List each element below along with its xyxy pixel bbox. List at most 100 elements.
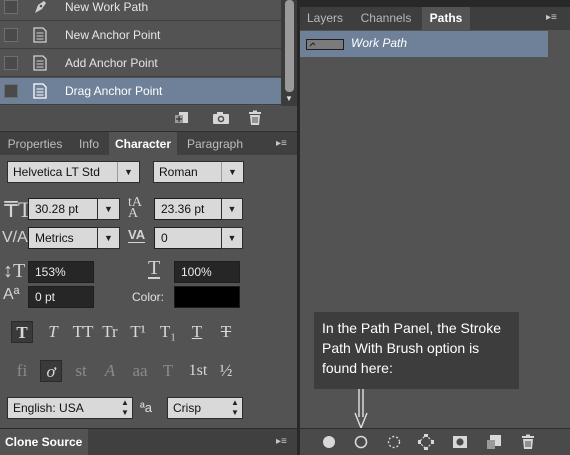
chevron-down-icon: ▼ bbox=[117, 162, 139, 182]
history-panel: New Work Path New Anchor Point Add Ancho… bbox=[0, 0, 297, 130]
all-caps-button[interactable]: TT bbox=[71, 321, 95, 343]
new-path-icon[interactable] bbox=[486, 434, 502, 450]
text-color-swatch[interactable] bbox=[174, 286, 240, 308]
chevron-down-icon: ▼ bbox=[104, 233, 113, 243]
font-family-value: Helvetica LT Std bbox=[13, 165, 100, 179]
history-item-label: Drag Anchor Point bbox=[65, 84, 163, 98]
faux-bold-button[interactable]: T bbox=[11, 321, 33, 343]
font-size-value: 30.28 pt bbox=[35, 202, 79, 216]
anti-alias-select[interactable]: Crisp ▲ ▼ bbox=[167, 397, 243, 419]
subscript-button[interactable]: T₁ bbox=[157, 321, 179, 343]
make-work-path-icon[interactable] bbox=[418, 434, 434, 450]
language-select[interactable]: English: USA ▲ ▼ bbox=[7, 397, 133, 419]
character-panel-tabbar: Properties Info Character Paragraph ▸≡ bbox=[0, 131, 297, 156]
old-style-button[interactable]: ơ bbox=[40, 360, 62, 382]
horizontal-scale-field[interactable]: 100% bbox=[174, 261, 240, 283]
history-item-label: Add Anchor Point bbox=[65, 56, 158, 70]
history-item[interactable]: Add Anchor Point bbox=[0, 50, 281, 77]
color-label: Color: bbox=[132, 290, 165, 304]
horizontal-scale-value: 100% bbox=[181, 265, 212, 279]
ordinals-button[interactable]: 1st bbox=[185, 360, 211, 382]
tab-layers[interactable]: Layers bbox=[300, 7, 350, 30]
baseline-shift-value: 0 pt bbox=[35, 290, 56, 304]
paths-panel-tabbar: Layers Channels Paths ▸≡ bbox=[300, 7, 570, 30]
fill-path-icon[interactable] bbox=[321, 434, 337, 450]
stylistic-alternates-button[interactable]: aa bbox=[128, 360, 152, 382]
scroll-down-arrow-icon[interactable]: ▼ bbox=[283, 94, 295, 104]
document-icon bbox=[32, 26, 48, 44]
kerning-icon: V/A bbox=[2, 229, 28, 246]
swash-button[interactable]: A bbox=[99, 360, 121, 382]
history-item[interactable]: New Anchor Point bbox=[0, 22, 281, 49]
history-scrollbar-thumb[interactable] bbox=[285, 0, 294, 92]
panel-dock-gap bbox=[300, 0, 570, 7]
load-path-as-selection-icon[interactable] bbox=[386, 434, 402, 450]
tracking-dropdown[interactable]: ▼ bbox=[221, 227, 243, 249]
path-name: Work Path bbox=[351, 36, 408, 50]
updown-arrows-icon: ▲ ▼ bbox=[231, 398, 239, 417]
tracking-field[interactable]: 0 bbox=[154, 227, 222, 249]
anti-alias-value: Crisp bbox=[173, 401, 202, 415]
discretionary-ligatures-button[interactable]: st bbox=[70, 360, 92, 382]
history-source-checkbox[interactable] bbox=[4, 84, 18, 98]
font-style-value: Roman bbox=[159, 165, 198, 179]
path-list-item-selected[interactable]: Work Path bbox=[300, 31, 548, 57]
baseline-shift-field[interactable]: 0 pt bbox=[28, 286, 94, 308]
stroke-path-icon[interactable] bbox=[353, 434, 369, 450]
add-mask-icon[interactable] bbox=[452, 434, 468, 450]
superscript-button[interactable]: T¹ bbox=[127, 321, 149, 343]
history-source-checkbox[interactable] bbox=[4, 56, 18, 70]
history-item-selected[interactable]: Drag Anchor Point bbox=[0, 78, 281, 105]
vertical-scale-field[interactable]: 153% bbox=[28, 261, 94, 283]
fractions-button[interactable]: ½ bbox=[215, 360, 237, 382]
small-caps-button[interactable]: Tr bbox=[99, 321, 121, 343]
tab-paragraph[interactable]: Paragraph bbox=[180, 132, 250, 156]
panel-menu-icon[interactable]: ▸≡ bbox=[276, 436, 292, 448]
faux-italic-button[interactable]: T bbox=[42, 321, 64, 343]
chevron-down-icon: ▼ bbox=[104, 204, 113, 214]
tab-character[interactable]: Character bbox=[109, 132, 177, 156]
history-source-checkbox[interactable] bbox=[4, 0, 18, 14]
tab-clone-source[interactable]: Clone Source bbox=[0, 429, 88, 455]
underline-button[interactable]: T bbox=[186, 321, 208, 343]
document-icon bbox=[32, 82, 48, 100]
arrow-down-icon bbox=[354, 389, 368, 429]
font-size-dropdown[interactable]: ▼ bbox=[97, 198, 120, 220]
history-item-label: New Anchor Point bbox=[65, 28, 161, 42]
language-value: English: USA bbox=[13, 401, 84, 415]
tab-info[interactable]: Info bbox=[72, 132, 106, 156]
font-family-select[interactable]: Helvetica LT Std ▼ bbox=[7, 161, 140, 183]
kerning-dropdown[interactable]: ▼ bbox=[97, 227, 120, 249]
panel-menu-icon[interactable]: ▸≡ bbox=[546, 12, 562, 24]
titling-alternates-button[interactable]: T bbox=[157, 360, 179, 382]
leading-icon: tA A bbox=[128, 195, 142, 221]
leading-dropdown[interactable]: ▼ bbox=[221, 198, 243, 220]
history-source-checkbox[interactable] bbox=[4, 28, 18, 42]
delete-path-icon[interactable] bbox=[520, 434, 536, 450]
kerning-value: Metrics bbox=[35, 231, 74, 245]
history-item[interactable]: New Work Path bbox=[0, 0, 281, 21]
font-style-select[interactable]: Roman ▼ bbox=[153, 161, 244, 183]
tab-properties[interactable]: Properties bbox=[0, 132, 70, 156]
paths-panel: Layers Channels Paths ▸≡ Work Path In th… bbox=[300, 0, 570, 455]
tracking-icon: VA bbox=[128, 227, 146, 243]
camera-snapshot-icon[interactable] bbox=[212, 110, 230, 126]
panel-menu-icon[interactable]: ▸≡ bbox=[276, 138, 292, 150]
anti-alias-icon: ªa bbox=[140, 400, 153, 415]
horizontal-scale-icon: T bbox=[148, 257, 161, 279]
pen-icon bbox=[32, 0, 48, 16]
new-document-from-state-icon[interactable] bbox=[174, 110, 192, 126]
ligatures-button[interactable]: fi bbox=[11, 360, 33, 382]
font-size-field[interactable]: 30.28 pt bbox=[28, 198, 98, 220]
tab-channels[interactable]: Channels bbox=[353, 7, 419, 30]
history-toolbar bbox=[0, 106, 297, 130]
vertical-scale-value: 153% bbox=[35, 265, 66, 279]
leading-field[interactable]: 23.36 pt bbox=[154, 198, 222, 220]
path-thumbnail bbox=[306, 39, 344, 50]
trash-icon[interactable] bbox=[247, 110, 265, 126]
strikethrough-button[interactable]: T bbox=[215, 321, 237, 343]
leading-value: 23.36 pt bbox=[161, 202, 205, 216]
tutorial-callout: In the Path Panel, the Stroke Path With … bbox=[314, 312, 519, 389]
tab-paths[interactable]: Paths bbox=[422, 7, 470, 30]
kerning-field[interactable]: Metrics bbox=[28, 227, 98, 249]
